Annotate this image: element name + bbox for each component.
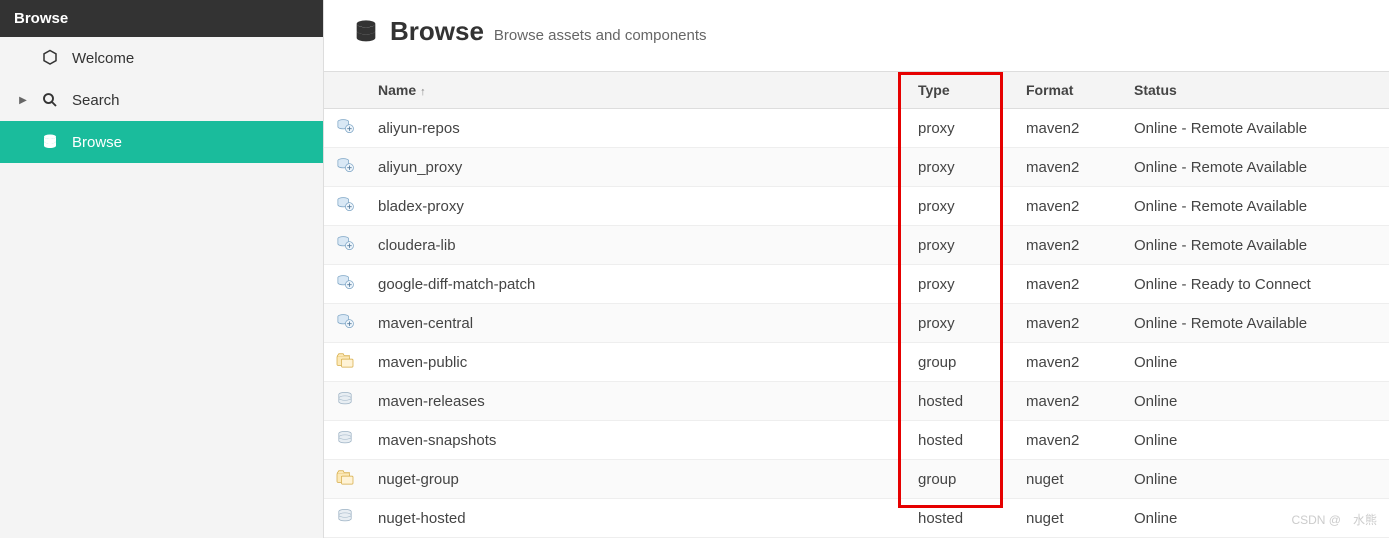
- repo-status: Online - Ready to Connect: [1122, 265, 1389, 304]
- table-row[interactable]: nuget-groupgroupnugetOnline: [324, 460, 1389, 499]
- page-subtitle: Browse assets and components: [494, 27, 707, 44]
- repo-type: hosted: [906, 499, 1014, 538]
- table-row[interactable]: cloudera-libproxymaven2Online - Remote A…: [324, 226, 1389, 265]
- repo-type: proxy: [906, 109, 1014, 148]
- repo-status: Online - Remote Available: [1122, 226, 1389, 265]
- repo-type: group: [906, 343, 1014, 382]
- sidebar-item-label: Browse: [72, 134, 122, 151]
- repo-name: maven-central: [366, 304, 906, 343]
- repo-status: Online: [1122, 421, 1389, 460]
- repo-name: aliyun_proxy: [366, 148, 906, 187]
- repo-type-icon: [324, 226, 366, 265]
- repositories-table: Name↑ Type Format Status aliyun-repospro…: [324, 72, 1389, 538]
- repo-type-icon: [324, 460, 366, 499]
- repo-status: Online - Remote Available: [1122, 304, 1389, 343]
- repo-format: maven2: [1014, 148, 1122, 187]
- repo-type-icon: [324, 382, 366, 421]
- repo-format: nuget: [1014, 460, 1122, 499]
- sidebar-item-label: Search: [72, 92, 120, 109]
- repo-format: maven2: [1014, 109, 1122, 148]
- database-icon: [40, 133, 60, 151]
- repo-name: nuget-hosted: [366, 499, 906, 538]
- repo-format: maven2: [1014, 421, 1122, 460]
- table-row[interactable]: maven-snapshotshostedmaven2Online: [324, 421, 1389, 460]
- repo-format: maven2: [1014, 304, 1122, 343]
- repo-status: Online - Remote Available: [1122, 148, 1389, 187]
- sort-ascending-icon: ↑: [420, 86, 426, 98]
- main-content: Browse Browse assets and components Name…: [324, 0, 1389, 538]
- column-header-icon[interactable]: [324, 72, 366, 109]
- repo-format: nuget: [1014, 499, 1122, 538]
- repo-status: Online - Remote Available: [1122, 109, 1389, 148]
- database-icon: [352, 18, 380, 46]
- repo-status: Online - Remote Available: [1122, 187, 1389, 226]
- repo-type-icon: [324, 187, 366, 226]
- table-row[interactable]: maven-releaseshostedmaven2Online: [324, 382, 1389, 421]
- repo-status: Online: [1122, 382, 1389, 421]
- repo-type: group: [906, 460, 1014, 499]
- table-row[interactable]: nuget-hostedhostednugetOnline: [324, 499, 1389, 538]
- repo-name: nuget-group: [366, 460, 906, 499]
- repo-type: hosted: [906, 421, 1014, 460]
- sidebar-item-browse[interactable]: ▶Browse: [0, 121, 323, 163]
- repo-name: google-diff-match-patch: [366, 265, 906, 304]
- repositories-table-wrap: Name↑ Type Format Status aliyun-repospro…: [324, 71, 1389, 538]
- repo-status: Online: [1122, 343, 1389, 382]
- repo-format: maven2: [1014, 187, 1122, 226]
- repo-format: maven2: [1014, 382, 1122, 421]
- page-title: Browse: [390, 16, 484, 47]
- column-header-status[interactable]: Status: [1122, 72, 1389, 109]
- repo-name: maven-snapshots: [366, 421, 906, 460]
- repo-type-icon: [324, 109, 366, 148]
- column-header-type[interactable]: Type: [906, 72, 1014, 109]
- repo-type-icon: [324, 148, 366, 187]
- repo-type-icon: [324, 343, 366, 382]
- repo-name: bladex-proxy: [366, 187, 906, 226]
- table-row[interactable]: maven-centralproxymaven2Online - Remote …: [324, 304, 1389, 343]
- column-header-format[interactable]: Format: [1014, 72, 1122, 109]
- chevron-right-icon: ▶: [18, 95, 28, 106]
- repo-type-icon: [324, 499, 366, 538]
- repo-name: maven-releases: [366, 382, 906, 421]
- repo-type: proxy: [906, 304, 1014, 343]
- watermark: CSDN @ 水熊: [1291, 511, 1377, 528]
- repo-format: maven2: [1014, 343, 1122, 382]
- table-row[interactable]: google-diff-match-patchproxymaven2Online…: [324, 265, 1389, 304]
- hexagon-icon: [40, 49, 60, 67]
- sidebar-header: Browse: [0, 0, 323, 37]
- repo-type: proxy: [906, 265, 1014, 304]
- sidebar-item-label: Welcome: [72, 50, 134, 67]
- repo-type: hosted: [906, 382, 1014, 421]
- sidebar-item-welcome[interactable]: ▶Welcome: [0, 37, 323, 79]
- search-icon: [40, 91, 60, 109]
- repo-type: proxy: [906, 187, 1014, 226]
- page-header: Browse Browse assets and components: [324, 0, 1389, 71]
- repo-type: proxy: [906, 148, 1014, 187]
- repo-name: aliyun-repos: [366, 109, 906, 148]
- repo-type-icon: [324, 421, 366, 460]
- sidebar-item-search[interactable]: ▶ Search: [0, 79, 323, 121]
- repo-name: maven-public: [366, 343, 906, 382]
- repo-type-icon: [324, 265, 366, 304]
- repo-name: cloudera-lib: [366, 226, 906, 265]
- repo-format: maven2: [1014, 265, 1122, 304]
- repo-type-icon: [324, 304, 366, 343]
- repo-status: Online: [1122, 460, 1389, 499]
- repo-format: maven2: [1014, 226, 1122, 265]
- table-row[interactable]: aliyun-reposproxymaven2Online - Remote A…: [324, 109, 1389, 148]
- table-row[interactable]: maven-publicgroupmaven2Online: [324, 343, 1389, 382]
- sidebar: Browse ▶Welcome ▶ Search ▶Browse: [0, 0, 324, 538]
- repo-type: proxy: [906, 226, 1014, 265]
- table-row[interactable]: aliyun_proxyproxymaven2Online - Remote A…: [324, 148, 1389, 187]
- table-row[interactable]: bladex-proxyproxymaven2Online - Remote A…: [324, 187, 1389, 226]
- column-header-name[interactable]: Name↑: [366, 72, 906, 109]
